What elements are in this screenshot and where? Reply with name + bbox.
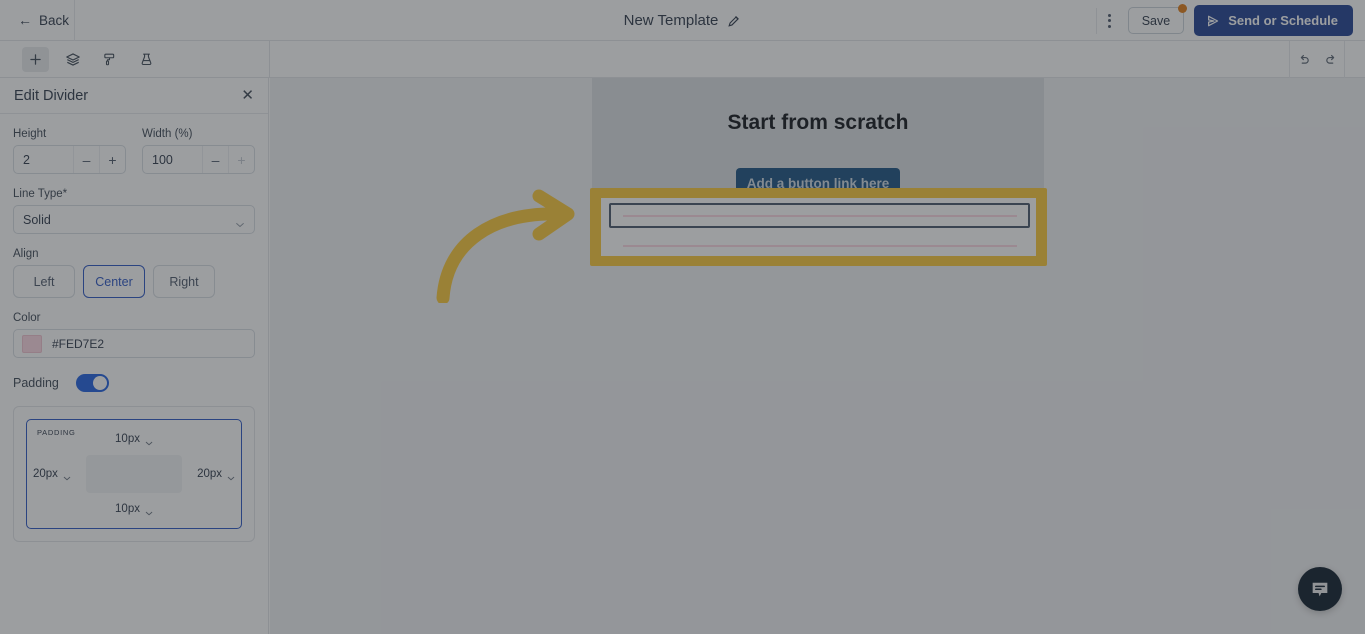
height-stepper[interactable]: – + bbox=[13, 145, 126, 174]
panel-title: Edit Divider bbox=[14, 87, 89, 104]
toolbar-item-styles[interactable] bbox=[96, 47, 123, 72]
padding-box-label: PADDING bbox=[37, 428, 76, 437]
kebab-dot bbox=[1107, 13, 1111, 17]
send-plane-icon bbox=[1206, 14, 1220, 28]
panel-header: Edit Divider ✕ bbox=[0, 78, 268, 114]
top-bar-actions: Save Send or Schedule bbox=[1095, 0, 1353, 41]
padding-right-control[interactable]: 20px bbox=[197, 468, 235, 480]
chevron-down-icon bbox=[145, 437, 153, 445]
size-fields-row: Height – + Width (%) – + bbox=[13, 128, 255, 174]
toolbar-item-add-block[interactable] bbox=[22, 47, 49, 72]
close-icon[interactable]: ✕ bbox=[241, 88, 254, 103]
edit-divider-panel: Edit Divider ✕ Height – + Width (%) bbox=[0, 78, 269, 634]
chevron-down-icon bbox=[145, 507, 153, 515]
padding-label: Padding bbox=[13, 376, 59, 390]
history-controls bbox=[1289, 41, 1345, 78]
divider-line bbox=[622, 214, 1017, 217]
undo-icon[interactable] bbox=[1290, 41, 1317, 78]
editor-toolbar bbox=[0, 41, 1365, 78]
chat-bubble-icon bbox=[1312, 582, 1328, 597]
chevron-down-icon bbox=[227, 472, 235, 480]
width-input[interactable] bbox=[143, 152, 202, 167]
padding-top-value: 10px bbox=[115, 433, 140, 445]
align-segmented-control: Left Center Right bbox=[13, 265, 255, 298]
more-vertical-icon[interactable] bbox=[1095, 7, 1118, 34]
line-type-select[interactable]: Solid bbox=[13, 205, 255, 234]
color-swatch[interactable] bbox=[22, 334, 42, 353]
height-label: Height bbox=[13, 128, 47, 140]
back-button-label: Back bbox=[39, 12, 70, 28]
color-picker-field[interactable]: #FED7E2 bbox=[13, 329, 255, 358]
email-canvas[interactable]: Start from scratch Add a button link her… bbox=[270, 78, 1365, 634]
height-input[interactable] bbox=[14, 152, 73, 167]
height-field-group: Height – + bbox=[13, 128, 126, 174]
color-hex-value: #FED7E2 bbox=[52, 336, 105, 351]
align-option-right[interactable]: Right bbox=[153, 265, 215, 298]
divider-block-selected[interactable] bbox=[609, 203, 1030, 228]
toolbar-tools bbox=[0, 41, 160, 78]
width-field-group: Width (%) – + bbox=[142, 128, 255, 174]
line-type-label: Line Type* bbox=[13, 188, 68, 200]
toggle-knob bbox=[92, 376, 107, 390]
width-label: Width (%) bbox=[142, 128, 193, 140]
align-option-center[interactable]: Center bbox=[83, 265, 145, 298]
line-type-group: Line Type* Solid bbox=[13, 188, 255, 234]
divider-line bbox=[622, 245, 1017, 247]
padding-bottom-value: 10px bbox=[115, 503, 140, 515]
color-group: Color #FED7E2 bbox=[13, 312, 255, 358]
toolbar-divider bbox=[269, 41, 270, 78]
padding-content-preview bbox=[86, 455, 182, 493]
padding-left-value: 20px bbox=[33, 468, 58, 480]
chevron-down-icon bbox=[63, 472, 71, 480]
back-button[interactable]: ← Back bbox=[0, 0, 75, 41]
toolbar-item-ab-test[interactable] bbox=[133, 47, 160, 72]
width-increment-button[interactable]: + bbox=[228, 146, 254, 173]
height-decrement-button[interactable]: – bbox=[73, 146, 99, 173]
color-label: Color bbox=[13, 312, 41, 324]
line-type-value: Solid bbox=[23, 212, 51, 227]
height-increment-button[interactable]: + bbox=[99, 146, 125, 173]
align-label: Align bbox=[13, 248, 39, 260]
support-chat-button[interactable] bbox=[1298, 567, 1342, 611]
width-decrement-button[interactable]: – bbox=[202, 146, 228, 173]
save-button[interactable]: Save bbox=[1127, 7, 1185, 34]
chevron-down-icon bbox=[235, 217, 245, 227]
unsaved-changes-badge bbox=[1178, 4, 1188, 13]
send-or-schedule-label: Send or Schedule bbox=[1228, 13, 1338, 28]
width-stepper[interactable]: – + bbox=[142, 145, 255, 174]
divider-section bbox=[601, 198, 1036, 256]
curved-arrow-right-annotation bbox=[435, 188, 595, 308]
save-button-wrapper: Save bbox=[1127, 4, 1188, 34]
padding-left-control[interactable]: 20px bbox=[33, 468, 71, 480]
padding-toggle[interactable] bbox=[75, 374, 109, 392]
padding-box: PADDING 10px 20px 20px 10px bbox=[26, 419, 242, 529]
send-or-schedule-button[interactable]: Send or Schedule bbox=[1194, 5, 1353, 36]
highlight-annotation-box bbox=[590, 188, 1047, 266]
padding-toggle-row: Padding bbox=[13, 374, 255, 392]
divider-block[interactable] bbox=[609, 241, 1030, 251]
padding-right-value: 20px bbox=[197, 468, 222, 480]
arrow-left-icon: ← bbox=[18, 12, 32, 28]
padding-bottom-control[interactable]: 10px bbox=[115, 503, 153, 515]
panel-body: Height – + Width (%) – + bbox=[0, 114, 268, 542]
align-option-left[interactable]: Left bbox=[13, 265, 75, 298]
padding-top-control[interactable]: 10px bbox=[115, 433, 153, 445]
toolbar-item-layers[interactable] bbox=[59, 47, 86, 72]
align-group: Align Left Center Right bbox=[13, 248, 255, 298]
redo-icon[interactable] bbox=[1317, 41, 1344, 78]
kebab-dot bbox=[1107, 19, 1111, 22]
kebab-dot bbox=[1107, 24, 1111, 28]
padding-editor: PADDING 10px 20px 20px 10px bbox=[13, 406, 255, 542]
template-editor-app: ← Back New Template Save Send or Schedul… bbox=[0, 0, 1365, 634]
hero-heading[interactable]: Start from scratch bbox=[592, 111, 1044, 135]
